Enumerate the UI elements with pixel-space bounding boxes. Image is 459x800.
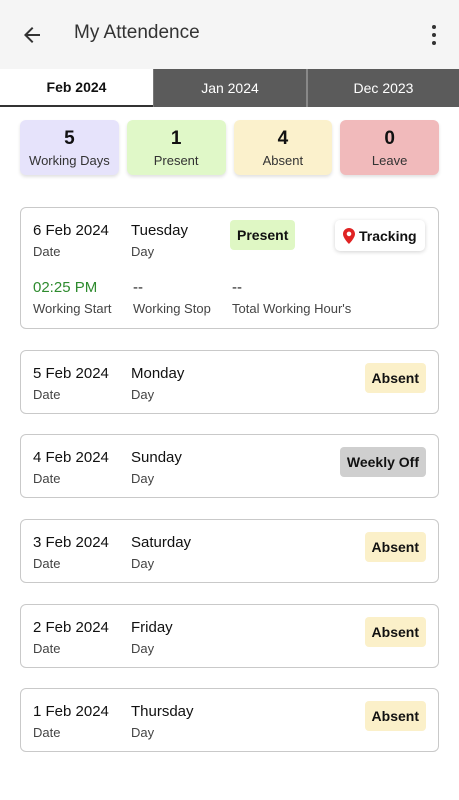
date-label: Date xyxy=(33,641,61,656)
record-date: 6 Feb 2024 xyxy=(33,222,109,239)
summary-label: Working Days xyxy=(29,152,110,168)
tracking-button[interactable]: Tracking xyxy=(335,220,425,251)
day-label: Day xyxy=(131,725,155,740)
summary-label: Absent xyxy=(262,152,304,168)
tab-feb-2024[interactable]: Feb 2024 xyxy=(0,69,153,107)
status-badge: Absent xyxy=(364,532,426,562)
day-label: Day xyxy=(131,556,155,571)
record-day: Friday xyxy=(131,619,173,636)
record-date: 4 Feb 2024 xyxy=(33,449,109,466)
status-badge: Present xyxy=(230,220,296,250)
tab-dec-2023[interactable]: Dec 2023 xyxy=(306,69,459,107)
record-day: Thursday xyxy=(131,703,194,720)
record-date: 1 Feb 2024 xyxy=(33,703,109,720)
summary-value: 0 xyxy=(384,127,395,149)
attendance-card[interactable]: 1 Feb 2024 Date Thursday Day Absent xyxy=(20,688,439,752)
summary-working-days: 5 Working Days xyxy=(20,120,119,175)
status-badge: Absent xyxy=(364,617,426,647)
total-hours-label: Total Working Hour's xyxy=(232,301,352,316)
location-pin-icon xyxy=(343,227,355,244)
attendance-card[interactable]: 4 Feb 2024 Date Sunday Day Weekly Off xyxy=(20,434,439,498)
date-label: Date xyxy=(33,556,61,571)
status-badge: Weekly Off xyxy=(339,447,426,477)
date-label: Date xyxy=(33,471,61,486)
attendance-card[interactable]: 6 Feb 2024 Date Tuesday Day Present Trac… xyxy=(20,207,439,329)
date-label: Date xyxy=(33,387,61,402)
working-stop-label: Working Stop xyxy=(133,301,211,316)
summary-value: 1 xyxy=(170,127,182,149)
summary-leave: 0 Leave xyxy=(340,120,439,175)
record-date: 5 Feb 2024 xyxy=(33,365,109,382)
status-badge: Absent xyxy=(364,363,426,393)
month-tabs: Feb 2024 Jan 2024 Dec 2023 xyxy=(0,69,459,107)
page-title: My Attendence xyxy=(74,22,200,43)
record-day: Tuesday xyxy=(131,222,188,239)
attendance-card[interactable]: 5 Feb 2024 Date Monday Day Absent xyxy=(20,350,439,414)
more-vertical-icon[interactable] xyxy=(424,19,444,51)
day-label: Day xyxy=(131,641,155,656)
day-label: Day xyxy=(131,244,155,259)
attendance-card[interactable]: 3 Feb 2024 Date Saturday Day Absent xyxy=(20,519,439,583)
status-badge: Absent xyxy=(364,701,426,731)
summary-value: 4 xyxy=(277,127,289,149)
attendance-summary: 5 Working Days 1 Present 4 Absent 0 Leav… xyxy=(20,120,439,175)
working-start-value: 02:25 PM xyxy=(33,279,98,296)
summary-absent: 4 Absent xyxy=(233,120,333,175)
tracking-label: Tracking xyxy=(359,227,417,244)
summary-present: 1 Present xyxy=(126,120,226,175)
record-day: Monday xyxy=(131,365,185,382)
arrow-left-icon xyxy=(24,27,40,43)
working-stop-value: -- xyxy=(133,279,143,296)
total-hours-value: -- xyxy=(232,279,242,296)
day-label: Day xyxy=(131,471,155,486)
summary-label: Leave xyxy=(371,152,408,168)
record-date: 2 Feb 2024 xyxy=(33,619,109,636)
attendance-card[interactable]: 2 Feb 2024 Date Friday Day Absent xyxy=(20,604,439,668)
record-day: Sunday xyxy=(131,449,182,466)
working-start-label: Working Start xyxy=(33,301,112,316)
day-label: Day xyxy=(131,387,155,402)
tab-jan-2024[interactable]: Jan 2024 xyxy=(153,69,306,107)
summary-label: Present xyxy=(153,152,199,168)
date-label: Date xyxy=(33,244,61,259)
app-bar: My Attendence xyxy=(0,0,459,69)
summary-value: 5 xyxy=(64,127,75,149)
record-day: Saturday xyxy=(131,534,192,551)
back-button[interactable] xyxy=(16,19,48,51)
date-label: Date xyxy=(33,725,61,740)
record-date: 3 Feb 2024 xyxy=(33,534,109,551)
